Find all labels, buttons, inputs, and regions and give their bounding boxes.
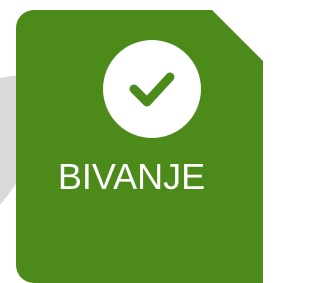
tile-stage: BIVANJE — [0, 0, 263, 283]
check-icon — [129, 72, 175, 107]
check-icon-circle — [103, 40, 201, 138]
tile-label: BIVANJE — [57, 156, 206, 197]
bivanje-tile[interactable] — [16, 10, 263, 283]
